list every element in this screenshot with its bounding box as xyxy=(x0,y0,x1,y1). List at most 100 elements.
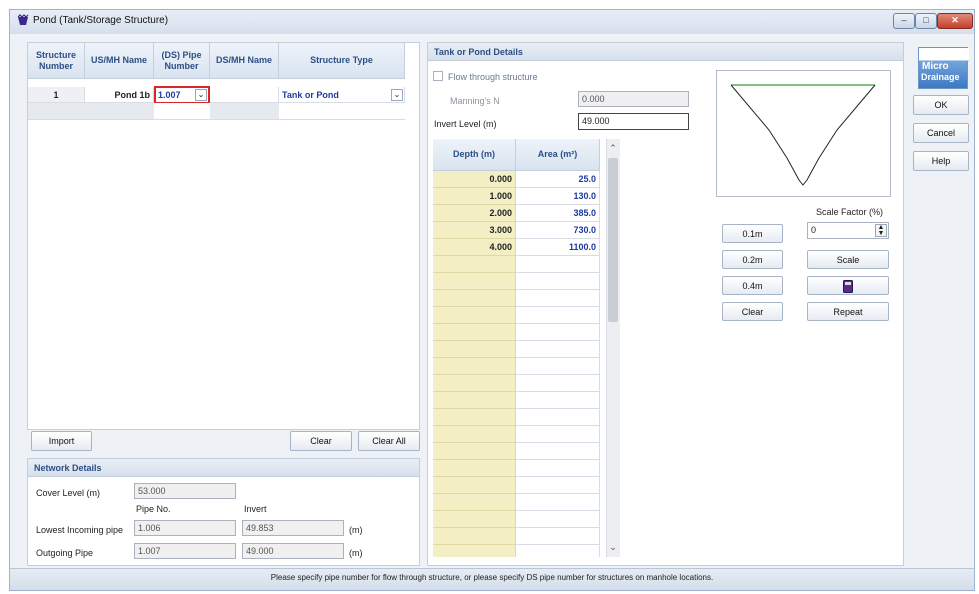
area-cell[interactable]: 25.0 xyxy=(516,171,600,188)
status-message: Please specify pipe number for flow thro… xyxy=(270,573,714,582)
area-cell[interactable]: 385.0 xyxy=(516,205,600,222)
depth-cell[interactable] xyxy=(433,324,516,341)
area-cell[interactable] xyxy=(516,307,600,324)
depth-cell[interactable] xyxy=(433,290,516,307)
depth-area-row xyxy=(433,460,600,477)
scale-factor-label: Scale Factor (%) xyxy=(816,207,884,217)
depth-area-row: 3.000 730.0 xyxy=(433,222,600,239)
area-cell[interactable] xyxy=(516,324,600,341)
depth-area-row: 0.000 25.0 xyxy=(433,171,600,188)
depth-cell[interactable] xyxy=(433,426,516,443)
area-cell[interactable] xyxy=(516,528,600,545)
unit-label-lowest: (m) xyxy=(349,525,363,535)
area-cell[interactable] xyxy=(516,256,600,273)
depth-cell[interactable] xyxy=(433,477,516,494)
depth-cell[interactable] xyxy=(433,341,516,358)
scale-0-2m-button[interactable]: 0.2m xyxy=(722,250,783,269)
depth-cell[interactable] xyxy=(433,545,516,557)
help-button[interactable]: Help xyxy=(913,151,969,171)
flow-through-checkbox[interactable] xyxy=(433,71,443,81)
cell-structure-number[interactable]: 1 xyxy=(28,87,85,103)
area-header: Area (m²) xyxy=(516,139,600,171)
mannings-field[interactable]: 0.000 xyxy=(578,91,689,107)
col-header-structure-type: Structure Type xyxy=(279,43,405,79)
scale-0-4m-button[interactable]: 0.4m xyxy=(722,276,783,295)
cover-level-field[interactable]: 53.000 xyxy=(134,483,236,499)
unit-label-outgoing: (m) xyxy=(349,548,363,558)
profile-clear-button[interactable]: Clear xyxy=(722,302,783,321)
clear-button[interactable]: Clear xyxy=(290,431,352,451)
scale-button[interactable]: Scale xyxy=(807,250,889,269)
area-cell[interactable] xyxy=(516,460,600,477)
depth-cell[interactable] xyxy=(433,256,516,273)
area-cell[interactable] xyxy=(516,358,600,375)
ds-pipe-chevron-down-icon[interactable]: ⌄ xyxy=(195,89,207,101)
scale-0-1m-button[interactable]: 0.1m xyxy=(722,224,783,243)
area-cell[interactable] xyxy=(516,341,600,358)
outgoing-invert-field[interactable]: 49.000 xyxy=(242,543,344,559)
scroll-up-icon[interactable]: ⌃ xyxy=(607,143,619,155)
repeat-button[interactable]: Repeat xyxy=(807,302,889,321)
lowest-incoming-invert-field[interactable]: 49.853 xyxy=(242,520,344,536)
lowest-incoming-label: Lowest Incoming pipe xyxy=(36,525,124,535)
area-cell[interactable] xyxy=(516,392,600,409)
calculator-button[interactable] xyxy=(807,276,889,295)
area-cell[interactable] xyxy=(516,494,600,511)
depth-cell[interactable]: 3.000 xyxy=(433,222,516,239)
depth-cell[interactable] xyxy=(433,358,516,375)
depth-cell[interactable]: 1.000 xyxy=(433,188,516,205)
area-cell[interactable] xyxy=(516,511,600,528)
cell-ds-mh-name[interactable] xyxy=(210,87,279,103)
depth-cell[interactable] xyxy=(433,494,516,511)
depth-cell[interactable]: 4.000 xyxy=(433,239,516,256)
import-button[interactable]: Import xyxy=(31,431,92,451)
depth-cell[interactable] xyxy=(433,460,516,477)
outgoing-pipe-field[interactable]: 1.007 xyxy=(134,543,236,559)
scale-factor-spinner-icon[interactable]: ▲ ▼ xyxy=(875,224,887,237)
scroll-down-icon[interactable]: ⌄ xyxy=(607,542,619,554)
depth-cell[interactable] xyxy=(433,392,516,409)
area-cell[interactable]: 1100.0 xyxy=(516,239,600,256)
invert-header: Invert xyxy=(244,504,267,514)
area-cell[interactable] xyxy=(516,545,600,557)
minimize-button[interactable]: – xyxy=(893,13,915,29)
depth-area-row xyxy=(433,324,600,341)
area-cell[interactable] xyxy=(516,375,600,392)
clear-all-button[interactable]: Clear All xyxy=(358,431,420,451)
area-cell[interactable] xyxy=(516,477,600,494)
structure-type-dropdown[interactable]: Tank or Pond xyxy=(279,87,405,103)
cell-us-mh-name[interactable]: Pond 1b xyxy=(85,87,154,103)
area-cell[interactable] xyxy=(516,426,600,443)
depth-area-row xyxy=(433,511,600,528)
structure-type-chevron-down-icon[interactable]: ⌄ xyxy=(391,89,403,101)
area-cell[interactable] xyxy=(516,273,600,290)
area-cell[interactable]: 130.0 xyxy=(516,188,600,205)
calculator-icon xyxy=(843,280,853,293)
depth-area-row xyxy=(433,341,600,358)
depth-area-row xyxy=(433,307,600,324)
depth-cell[interactable] xyxy=(433,375,516,392)
network-details-header: Network Details xyxy=(27,458,420,477)
depth-cell[interactable]: 2.000 xyxy=(433,205,516,222)
depth-value: 3.000 xyxy=(489,225,512,235)
area-cell[interactable]: 730.0 xyxy=(516,222,600,239)
table-row-empty-b xyxy=(154,103,210,120)
depth-cell[interactable] xyxy=(433,528,516,545)
area-cell[interactable] xyxy=(516,409,600,426)
area-cell[interactable] xyxy=(516,443,600,460)
area-cell[interactable] xyxy=(516,290,600,307)
lowest-incoming-pipe-field[interactable]: 1.006 xyxy=(134,520,236,536)
depth-cell[interactable] xyxy=(433,273,516,290)
depth-cell[interactable]: 0.000 xyxy=(433,171,516,188)
close-button[interactable]: ✕ xyxy=(937,13,973,29)
depth-cell[interactable] xyxy=(433,307,516,324)
depth-cell[interactable] xyxy=(433,511,516,528)
depth-cell[interactable] xyxy=(433,443,516,460)
maximize-button[interactable]: □ xyxy=(915,13,937,29)
scrollbar-thumb[interactable] xyxy=(608,158,618,322)
depth-cell[interactable] xyxy=(433,409,516,426)
ok-button[interactable]: OK xyxy=(913,95,969,115)
invert-level-field[interactable]: 49.000 xyxy=(578,113,689,130)
depth-area-row: 2.000 385.0 xyxy=(433,205,600,222)
cancel-button[interactable]: Cancel xyxy=(913,123,969,143)
